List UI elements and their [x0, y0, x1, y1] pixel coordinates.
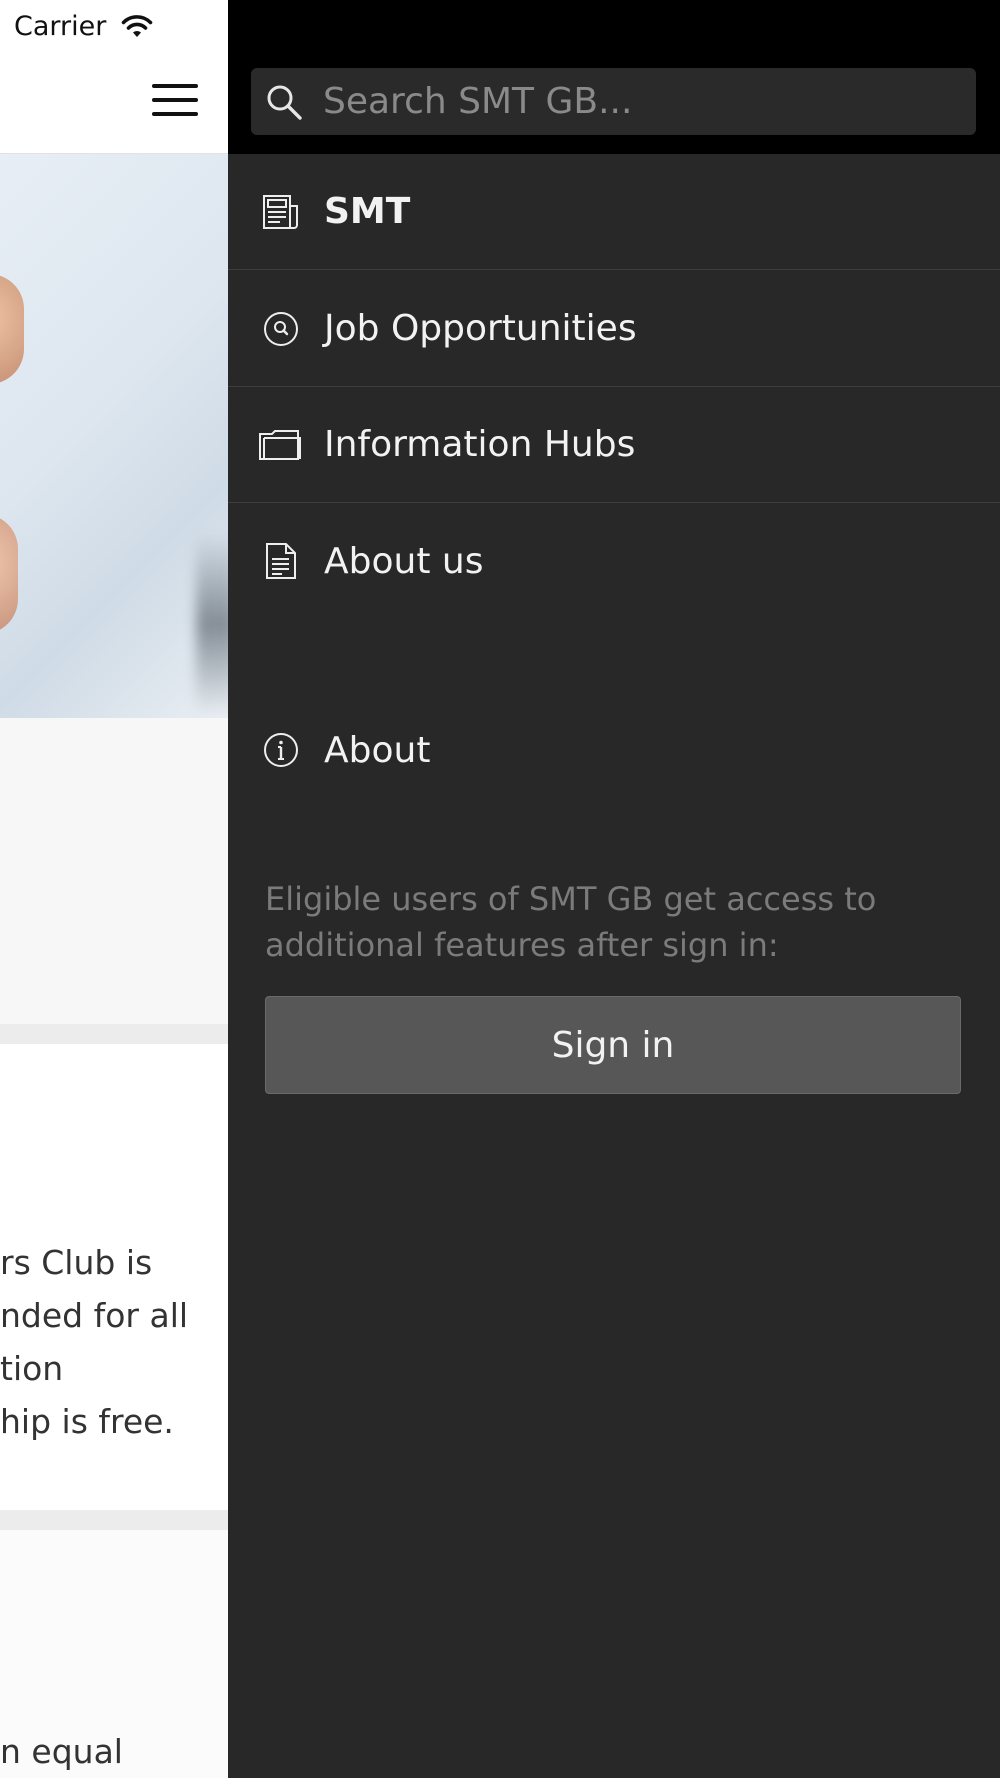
nav-item-about[interactable]: About: [228, 692, 1000, 808]
navigation-drawer: SMT Job Opportunities Information Hubs: [228, 0, 1000, 1778]
screen: Carrier rs Club is nded for all tion hip…: [0, 0, 1000, 1778]
carrier-label: Carrier: [14, 10, 107, 42]
section-divider: [0, 1510, 228, 1530]
nav-label-about: About: [324, 729, 431, 771]
sign-in-button[interactable]: Sign in: [265, 996, 961, 1094]
drawer-header: [228, 0, 1000, 154]
nav-label-job-opportunities: Job Opportunities: [324, 308, 637, 349]
search-input[interactable]: [323, 71, 976, 132]
section-divider: [0, 1024, 228, 1044]
background-header: [0, 52, 228, 154]
info-icon: [264, 733, 298, 767]
nav-label-information-hubs: Information Hubs: [324, 424, 636, 465]
status-bar: Carrier: [0, 0, 228, 52]
nav-item-about-us[interactable]: About us: [228, 503, 1000, 619]
search-circle-icon: [264, 311, 298, 346]
card-text-line: hip is free.: [0, 1402, 174, 1441]
hamburger-menu-icon[interactable]: [152, 82, 198, 118]
nav-label-about-us: About us: [324, 540, 484, 582]
card-text-line: tion: [0, 1349, 64, 1388]
wifi-icon: [122, 15, 153, 37]
nav-label-smt: SMT: [324, 191, 411, 232]
search-box[interactable]: [251, 68, 976, 135]
card-text-line: rs Club is: [0, 1243, 153, 1282]
document-icon: [266, 543, 296, 579]
news-icon: [263, 194, 298, 229]
hero-image: [0, 154, 228, 718]
nav-item-job-opportunities[interactable]: Job Opportunities: [228, 271, 1000, 387]
search-icon: [267, 85, 302, 120]
nav-item-information-hubs[interactable]: Information Hubs: [228, 387, 1000, 503]
background-page: Carrier rs Club is nded for all tion hip…: [0, 0, 228, 1778]
nav-item-smt[interactable]: SMT: [228, 154, 1000, 270]
card-text-line: n equal: [0, 1732, 123, 1771]
folder-icon: [259, 429, 301, 460]
card-text-line: nded for all: [0, 1296, 189, 1335]
sign-in-info-text: Eligible users of SMT GB get access to a…: [265, 880, 877, 964]
